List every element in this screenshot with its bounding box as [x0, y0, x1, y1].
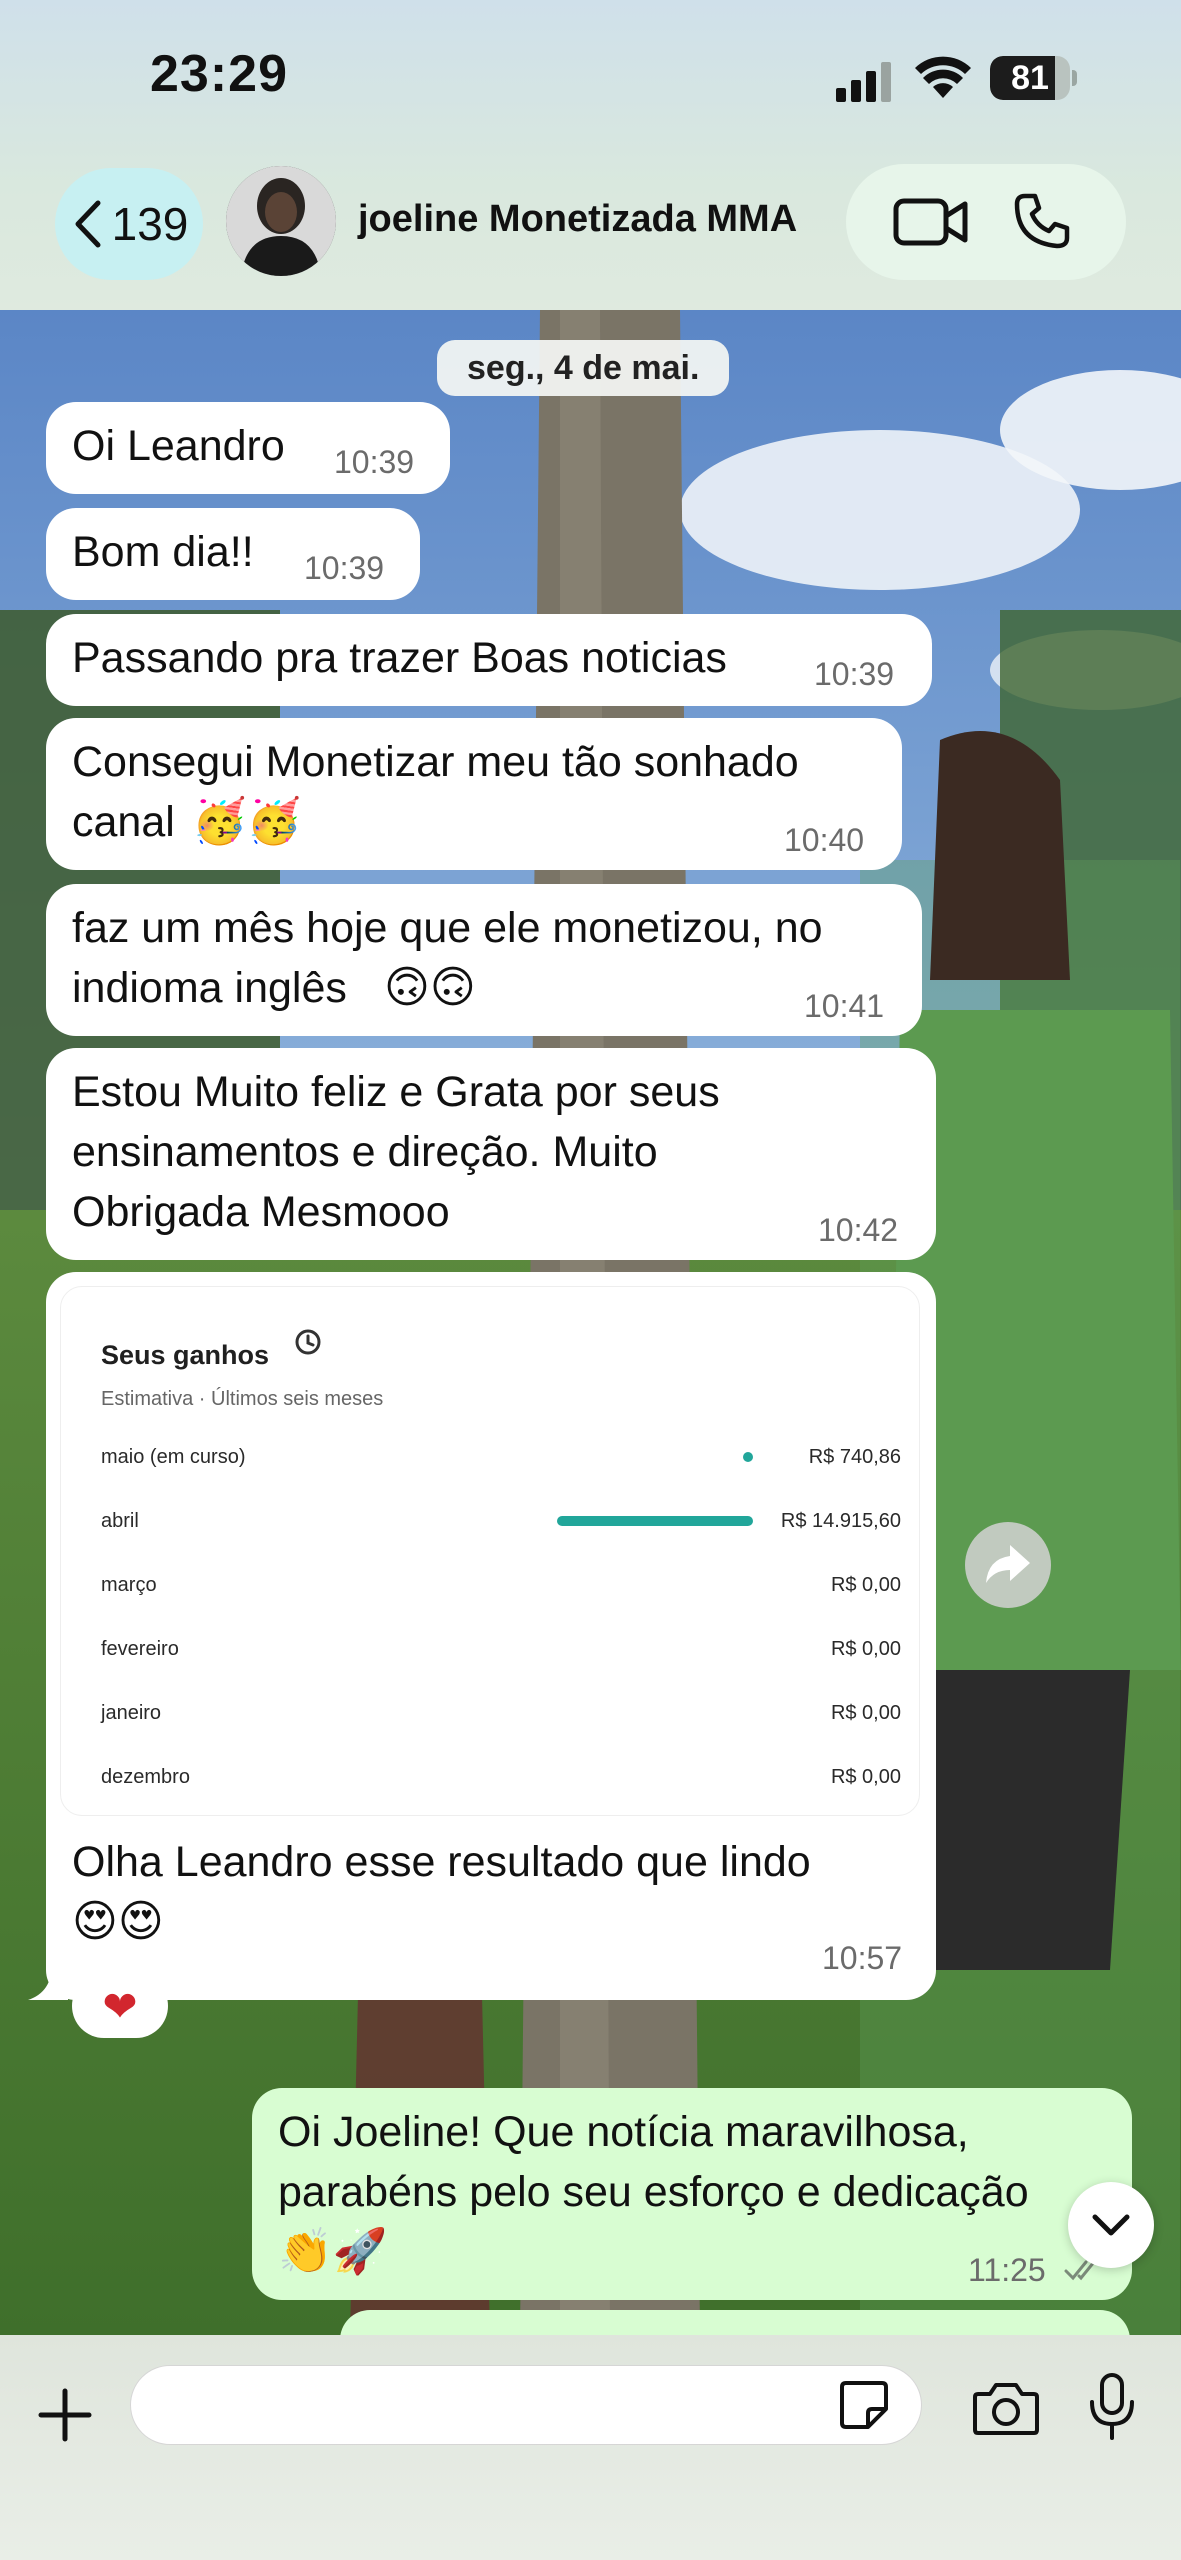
- earnings-bar: [743, 1452, 753, 1462]
- earnings-row: dezembro R$ 0,00: [101, 1757, 901, 1797]
- message-time: 10:39: [814, 656, 895, 692]
- earnings-row: fevereiro R$ 0,00: [101, 1629, 901, 1669]
- earnings-amount: R$ 0,00: [830, 1638, 901, 1660]
- forward-icon: [986, 1545, 1030, 1583]
- earnings-month: março: [101, 1574, 157, 1596]
- message-time: 10:39: [304, 550, 385, 586]
- message-list[interactable]: seg., 4 de mai. Oi Leandro 10:39 Bom dia…: [0, 310, 1181, 2350]
- message-text: Passando pra trazer Boas noticias: [72, 634, 727, 682]
- message-text: Bom dia!!: [72, 528, 254, 576]
- clock-icon: [295, 1329, 321, 1355]
- earnings-month: dezembro: [101, 1766, 190, 1788]
- earnings-screenshot[interactable]: Seus ganhos Estimativa · Últimos seis me…: [60, 1286, 920, 1816]
- earnings-month: abril: [101, 1510, 139, 1532]
- earnings-amount: R$ 0,00: [830, 1702, 901, 1724]
- message-text: Oi Joeline! Que notícia maravilhosa,: [278, 2108, 969, 2156]
- message-bubble-incoming[interactable]: Consegui Monetizar meu tão sonhado canal…: [46, 718, 902, 870]
- message-text: canal: [72, 798, 175, 846]
- earnings-month: maio (em curso): [101, 1446, 246, 1468]
- earnings-amount: R$ 740,86: [808, 1446, 901, 1468]
- message-bubble-incoming[interactable]: Passando pra trazer Boas noticias 10:39: [46, 614, 932, 706]
- message-time: 11:25: [968, 2252, 1046, 2288]
- message-text: Obrigada Mesmooo: [72, 1188, 450, 1236]
- date-separator: seg., 4 de mai.: [437, 340, 730, 396]
- earnings-row: maio (em curso) R$ 740,86: [101, 1437, 901, 1477]
- message-time: 10:39: [334, 444, 415, 480]
- emoji: 😍😍: [72, 1897, 164, 1946]
- message-time: 10:42: [818, 1212, 899, 1248]
- message-text: indioma inglês: [72, 964, 347, 1012]
- camera-icon: [973, 2383, 1039, 2435]
- video-call-icon: [893, 198, 968, 246]
- message-text: faz um mês hoje que ele monetizou, no: [72, 904, 823, 952]
- microphone-icon: [1090, 2373, 1134, 2440]
- sticker-button[interactable]: [836, 2377, 892, 2433]
- phone-icon: [1014, 193, 1070, 249]
- earnings-row: março R$ 0,00: [101, 1565, 901, 1605]
- message-text: parabéns pelo seu esforço e dedicação: [278, 2168, 1029, 2216]
- message-time: 10:41: [804, 988, 885, 1024]
- message-time: 10:40: [784, 822, 865, 858]
- scroll-to-bottom-button[interactable]: [1068, 2182, 1154, 2268]
- message-text: Oi Leandro: [72, 422, 285, 470]
- bubble-tail: [28, 1964, 68, 2000]
- wifi-icon: [915, 56, 971, 98]
- earnings-amount: R$ 0,00: [830, 1766, 901, 1788]
- video-call-button[interactable]: [886, 177, 976, 267]
- earnings-month: janeiro: [101, 1702, 162, 1724]
- message-bubble-image[interactable]: Seus ganhos Estimativa · Últimos seis me…: [46, 1272, 936, 2000]
- voice-message-button[interactable]: [1080, 2367, 1144, 2447]
- cellular-signal-icon: [836, 62, 891, 102]
- camera-button[interactable]: [966, 2373, 1046, 2443]
- unread-count: 139: [111, 198, 189, 250]
- message-text: Estou Muito feliz e Grata por seus: [72, 1068, 720, 1116]
- message-bubble-incoming[interactable]: Oi Leandro 10:39: [46, 402, 450, 494]
- message-time: 10:57: [822, 1940, 903, 1976]
- message-bubble-incoming[interactable]: Bom dia!! 10:39: [46, 508, 420, 600]
- earnings-row: janeiro R$ 0,00: [101, 1693, 901, 1733]
- voice-call-button[interactable]: [996, 177, 1086, 267]
- forward-button[interactable]: [965, 1522, 1051, 1608]
- message-text: Consegui Monetizar meu tão sonhado: [72, 738, 799, 786]
- emoji: 🥳🥳: [192, 797, 302, 846]
- heart-icon: ❤: [102, 1982, 138, 2030]
- contact-avatar[interactable]: [226, 166, 336, 276]
- plus-icon: [38, 2388, 92, 2442]
- chat-header: 23:29 81 139 joeline Monetizada MMA: [0, 0, 1181, 310]
- message-input[interactable]: [130, 2365, 922, 2445]
- sticker-icon: [840, 2381, 888, 2429]
- call-actions: [846, 164, 1126, 280]
- attach-button[interactable]: [30, 2375, 100, 2455]
- message-text: ensinamentos e direção. Muito: [72, 1128, 658, 1176]
- battery-indicator: 81: [990, 56, 1077, 100]
- reaction-badge[interactable]: ❤: [72, 1974, 168, 2038]
- status-time: 23:29: [150, 45, 288, 103]
- earnings-amount: R$ 14.915,60: [780, 1510, 901, 1532]
- message-composer: [0, 2335, 1181, 2560]
- earnings-subtitle: Estimativa · Últimos seis meses: [101, 1388, 384, 1410]
- chevron-left-icon: [75, 200, 101, 248]
- emoji: 👏🚀: [278, 2227, 388, 2276]
- earnings-bar: [557, 1516, 753, 1526]
- message-caption: Olha Leandro esse resultado que lindo: [72, 1838, 811, 1886]
- message-bubble-outgoing[interactable]: Oi Joeline! Que notícia maravilhosa, par…: [252, 2088, 1132, 2300]
- earnings-amount: R$ 0,00: [830, 1574, 901, 1596]
- message-bubble-incoming[interactable]: Estou Muito feliz e Grata por seus ensin…: [46, 1048, 936, 1260]
- message-bubble-incoming[interactable]: faz um mês hoje que ele monetizou, no in…: [46, 884, 922, 1036]
- chevron-down-icon: [1092, 2214, 1130, 2236]
- back-button[interactable]: 139: [55, 168, 203, 280]
- battery-percent: 81: [1011, 59, 1049, 97]
- emoji: 🙃🙃: [384, 963, 476, 1012]
- contact-name[interactable]: joeline Monetizada MMA: [358, 198, 797, 241]
- earnings-row: abril R$ 14.915,60: [101, 1501, 901, 1541]
- earnings-month: fevereiro: [101, 1638, 179, 1660]
